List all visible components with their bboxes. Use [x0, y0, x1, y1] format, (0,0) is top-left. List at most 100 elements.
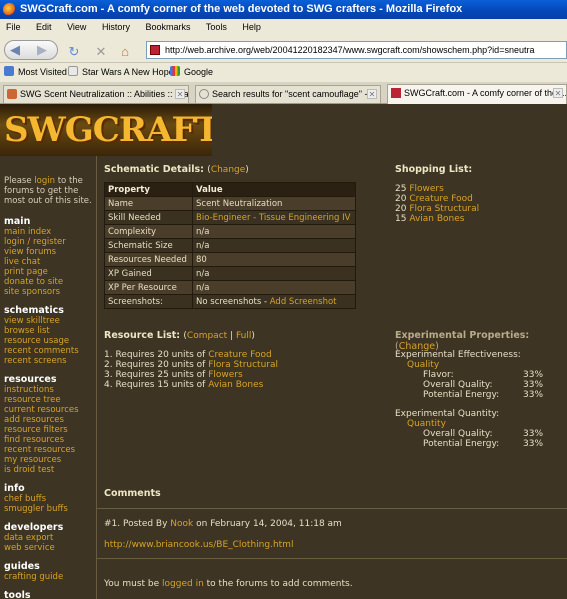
link-crafting-guide[interactable]: crafting guide — [4, 572, 94, 582]
comment-body: http://www.briancook.us/BE_Clothing.html — [104, 540, 293, 550]
menu-file[interactable]: File — [6, 22, 21, 32]
link-current-resources[interactable]: current resources — [4, 405, 94, 415]
forward-button[interactable]: ▶ — [33, 42, 51, 58]
forward-arrow-icon: ▶ — [37, 42, 47, 57]
link-recent-screens[interactable]: recent screens — [4, 356, 94, 366]
link-resource-usage[interactable]: resource usage — [4, 336, 94, 346]
stop-button[interactable]: ✕ — [94, 44, 108, 60]
add-screenshot-link[interactable]: Add Screenshot — [270, 297, 337, 307]
tab-swgcraft[interactable]: SWGCraft.com - A comfy corner of the ...… — [387, 84, 567, 104]
link-site-sponsors[interactable]: site sponsors — [4, 287, 94, 297]
section-main: main — [4, 216, 31, 227]
item-qty: 25 — [395, 184, 407, 194]
link-add-resources[interactable]: add resources — [4, 415, 94, 425]
property-value: 33% — [523, 380, 544, 390]
effectiveness-group: Quality — [407, 360, 440, 370]
menu-view[interactable]: View — [67, 22, 86, 32]
row-property: XP Gained — [104, 266, 193, 281]
url-text[interactable]: http://web.archive.org/web/2004122018234… — [165, 45, 534, 55]
link-view-skilltree[interactable]: view skilltree — [4, 316, 94, 326]
site-logo[interactable]: SWGCRAFT.COM — [0, 104, 212, 156]
window-title: SWGCraft.com - A comfy corner of the web… — [20, 3, 463, 15]
comment-url-link[interactable]: http://www.briancook.us/BE_Clothing.html — [104, 540, 293, 550]
resource-link[interactable]: Flowers — [208, 370, 242, 380]
link-view-forums[interactable]: view forums — [4, 247, 94, 257]
experimental-quantity: Experimental Quantity: Quantity Overall … — [395, 409, 565, 449]
link-resource-tree[interactable]: resource tree — [4, 395, 94, 405]
bookmarks-toolbar: Most Visited Star Wars A New Hope Google — [0, 63, 567, 82]
shopping-item-link[interactable]: Flora Structural — [409, 204, 479, 214]
property-name: Flavor: — [423, 370, 454, 380]
link-instructions[interactable]: instructions — [4, 385, 94, 395]
link-resource-filters[interactable]: resource filters — [4, 425, 94, 435]
menu-edit[interactable]: Edit — [36, 22, 52, 32]
table-row: XP Per Resource n/a — [104, 280, 356, 295]
divider — [97, 508, 567, 509]
link-find-resources[interactable]: find resources — [4, 435, 94, 445]
row-property: Complexity — [104, 224, 193, 239]
close-tab-icon[interactable]: ✕ — [367, 89, 377, 99]
back-button[interactable]: ◀ — [6, 42, 24, 58]
url-bar[interactable]: http://web.archive.org/web/2004122018234… — [146, 41, 567, 59]
reload-button[interactable]: ↻ — [67, 44, 81, 60]
tab-search-results[interactable]: Search results for "scent camouflage" - … — [195, 85, 381, 103]
property-value: 33% — [523, 429, 544, 439]
resource-link[interactable]: Avian Bones — [208, 380, 263, 390]
item-text: 2. Requires 20 units of — [104, 360, 209, 370]
tab-strip: SWG Scent Neutralization :: Abilities ::… — [0, 82, 567, 104]
menu-bookmarks[interactable]: Bookmarks — [145, 22, 190, 32]
row-property: Screenshots: — [104, 294, 193, 309]
sidebar-login-link[interactable]: login — [34, 176, 55, 186]
link-print-page[interactable]: print page — [4, 267, 94, 277]
link-my-resources[interactable]: my resources — [4, 455, 94, 465]
shopping-item-link[interactable]: Flowers — [409, 184, 443, 194]
reload-icon: ↻ — [68, 44, 80, 59]
tab-favicon-icon — [7, 89, 17, 99]
shopping-list-heading: Shopping List: — [395, 164, 473, 175]
menu-tools[interactable]: Tools — [206, 22, 227, 32]
resource-link[interactable]: Flora Structural — [208, 360, 278, 370]
divider — [97, 558, 567, 559]
link-recent-resources[interactable]: recent resources — [4, 445, 94, 455]
link-donate[interactable]: donate to site — [4, 277, 94, 287]
skill-needed-link[interactable]: Bio-Engineer - Tissue Engineering IV — [196, 213, 350, 223]
home-icon: ⌂ — [121, 44, 129, 59]
schematic-details-heading: Schematic Details: (Change) — [104, 164, 249, 175]
table-row: Schematic Size n/a — [104, 238, 356, 253]
schematic-change-link[interactable]: Change — [211, 165, 245, 175]
link-web-service[interactable]: web service — [4, 543, 94, 553]
link-smuggler-buffs[interactable]: smuggler buffs — [4, 504, 94, 514]
link-is-droid-test[interactable]: is droid test — [4, 465, 94, 475]
link-live-chat[interactable]: live chat — [4, 257, 94, 267]
link-recent-comments[interactable]: recent comments — [4, 346, 94, 356]
bookmark-most-visited[interactable]: Most Visited — [4, 63, 67, 82]
tab-scent-neutralization[interactable]: SWG Scent Neutralization :: Abilities ::… — [3, 85, 189, 103]
link-login-register[interactable]: login / register — [4, 237, 94, 247]
logged-in-link[interactable]: logged in — [162, 579, 204, 589]
row-value: n/a — [192, 238, 356, 253]
close-tab-icon[interactable]: ✕ — [553, 88, 563, 98]
list-item: 20 Creature Food — [395, 194, 479, 204]
link-data-export[interactable]: data export — [4, 533, 94, 543]
close-tab-icon[interactable]: ✕ — [175, 89, 185, 99]
menu-history[interactable]: History — [102, 22, 130, 32]
row-property: Schematic Size — [104, 238, 193, 253]
shopping-item-link[interactable]: Avian Bones — [409, 214, 464, 224]
menu-bar: File Edit View History Bookmarks Tools H… — [0, 19, 567, 36]
full-view-link[interactable]: Full — [236, 331, 251, 341]
link-browse-list[interactable]: browse list — [4, 326, 94, 336]
sidebar: Please login to the forums to get the mo… — [0, 156, 96, 599]
comment-author-link[interactable]: Nook — [170, 519, 193, 529]
bookmark-star-wars[interactable]: Star Wars A New Hope — [68, 63, 174, 82]
resource-link[interactable]: Creature Food — [208, 350, 272, 360]
property-row: Overall Quality: 33% — [395, 380, 565, 390]
home-button[interactable]: ⌂ — [118, 44, 132, 60]
compact-view-link[interactable]: Compact — [187, 331, 227, 341]
section-developers: developers — [4, 522, 64, 533]
link-chef-buffs[interactable]: chef buffs — [4, 494, 94, 504]
list-item: 3. Requires 25 units of Flowers — [104, 370, 278, 380]
link-main-index[interactable]: main index — [4, 227, 94, 237]
bookmark-google[interactable]: Google — [170, 63, 213, 82]
shopping-item-link[interactable]: Creature Food — [409, 194, 473, 204]
menu-help[interactable]: Help — [242, 22, 261, 32]
